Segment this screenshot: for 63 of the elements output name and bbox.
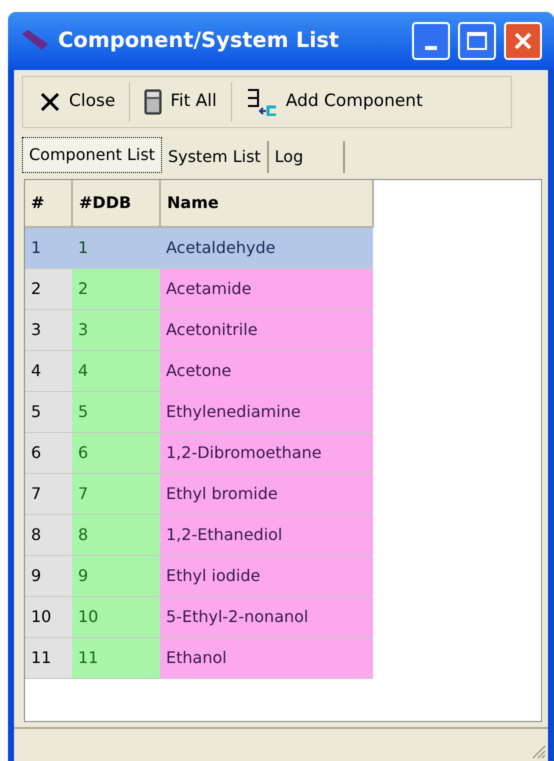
table-row[interactable]: 9 9 Ethyl iodide [25, 555, 373, 596]
table-cell: Acetone [160, 350, 373, 391]
table-cell: 11 [25, 637, 72, 678]
table-cell: Acetaldehyde [160, 227, 373, 268]
table-row[interactable]: 3 3 Acetonitrile [25, 309, 373, 350]
table-row[interactable]: 5 5 Ethylenediamine [25, 391, 373, 432]
table-cell: Ethyl iodide [160, 555, 373, 596]
table-cell: Ethanol [160, 637, 373, 678]
table-cell: 6 [25, 432, 72, 473]
table-cell: 11 [72, 637, 160, 678]
column-header[interactable]: Name [160, 180, 373, 227]
table-cell: Acetonitrile [160, 309, 373, 350]
window-title: Component/System List [58, 27, 340, 54]
resize-grip-icon [530, 743, 546, 759]
table-cell: 4 [72, 350, 160, 391]
calculator-icon [144, 89, 162, 115]
table-row[interactable]: 6 6 1,2-Dibromoethane [25, 432, 373, 473]
table-cell: 2 [25, 268, 72, 309]
table-cell: 5 [72, 391, 160, 432]
table-cell: 3 [25, 309, 72, 350]
table-cell: 6 [72, 432, 160, 473]
tab[interactable]: Component List [22, 137, 162, 173]
table-cell: 2 [72, 268, 160, 309]
table-cell: 4 [25, 350, 72, 391]
table-cell: 1,2-Dibromoethane [160, 432, 373, 473]
tab[interactable]: Log [268, 141, 345, 173]
table-row[interactable]: 10 10 5-Ethyl-2-nonanol [25, 596, 373, 637]
toolbar-button[interactable]: Add Component [238, 80, 431, 124]
table-cell: 1 [72, 227, 160, 268]
column-header[interactable]: # [25, 180, 72, 227]
table-cell: 9 [72, 555, 160, 596]
table-cell: 7 [25, 473, 72, 514]
close-icon [39, 91, 61, 113]
table-cell: 5-Ethyl-2-nonanol [160, 596, 373, 637]
tab[interactable]: System List [162, 141, 269, 173]
minimize-button[interactable] [412, 22, 450, 60]
table-cell: 5 [25, 391, 72, 432]
column-header[interactable]: #DDB [72, 180, 160, 227]
maximize-button[interactable] [458, 22, 496, 60]
table-row[interactable]: 1 1 Acetaldehyde [25, 227, 373, 268]
table-cell: Ethylenediamine [160, 391, 373, 432]
table-row[interactable]: 8 8 1,2-Ethanediol [25, 514, 373, 555]
table-cell: 3 [72, 309, 160, 350]
toolbar-button[interactable]: Fit All [136, 80, 225, 124]
app-icon [20, 30, 50, 52]
table-row[interactable]: 7 7 Ethyl bromide [25, 473, 373, 514]
table-cell: Acetamide [160, 268, 373, 309]
close-icon [513, 31, 533, 51]
close-button[interactable] [504, 22, 542, 60]
table-cell: 1 [25, 227, 72, 268]
table-row[interactable]: 2 2 Acetamide [25, 268, 373, 309]
table-row[interactable]: 11 11 Ethanol [25, 637, 373, 678]
table-cell: 7 [72, 473, 160, 514]
table-row[interactable]: 4 4 Acetone [25, 350, 373, 391]
table-cell: 10 [25, 596, 72, 637]
table-cell: Ethyl bromide [160, 473, 373, 514]
add-component-icon [246, 88, 278, 116]
table-cell: 10 [72, 596, 160, 637]
toolbar-button[interactable]: Close [31, 80, 124, 124]
table-cell: 1,2-Ethanediol [160, 514, 373, 555]
table-cell: 8 [25, 514, 72, 555]
table-cell: 8 [72, 514, 160, 555]
table-cell: 9 [25, 555, 72, 596]
